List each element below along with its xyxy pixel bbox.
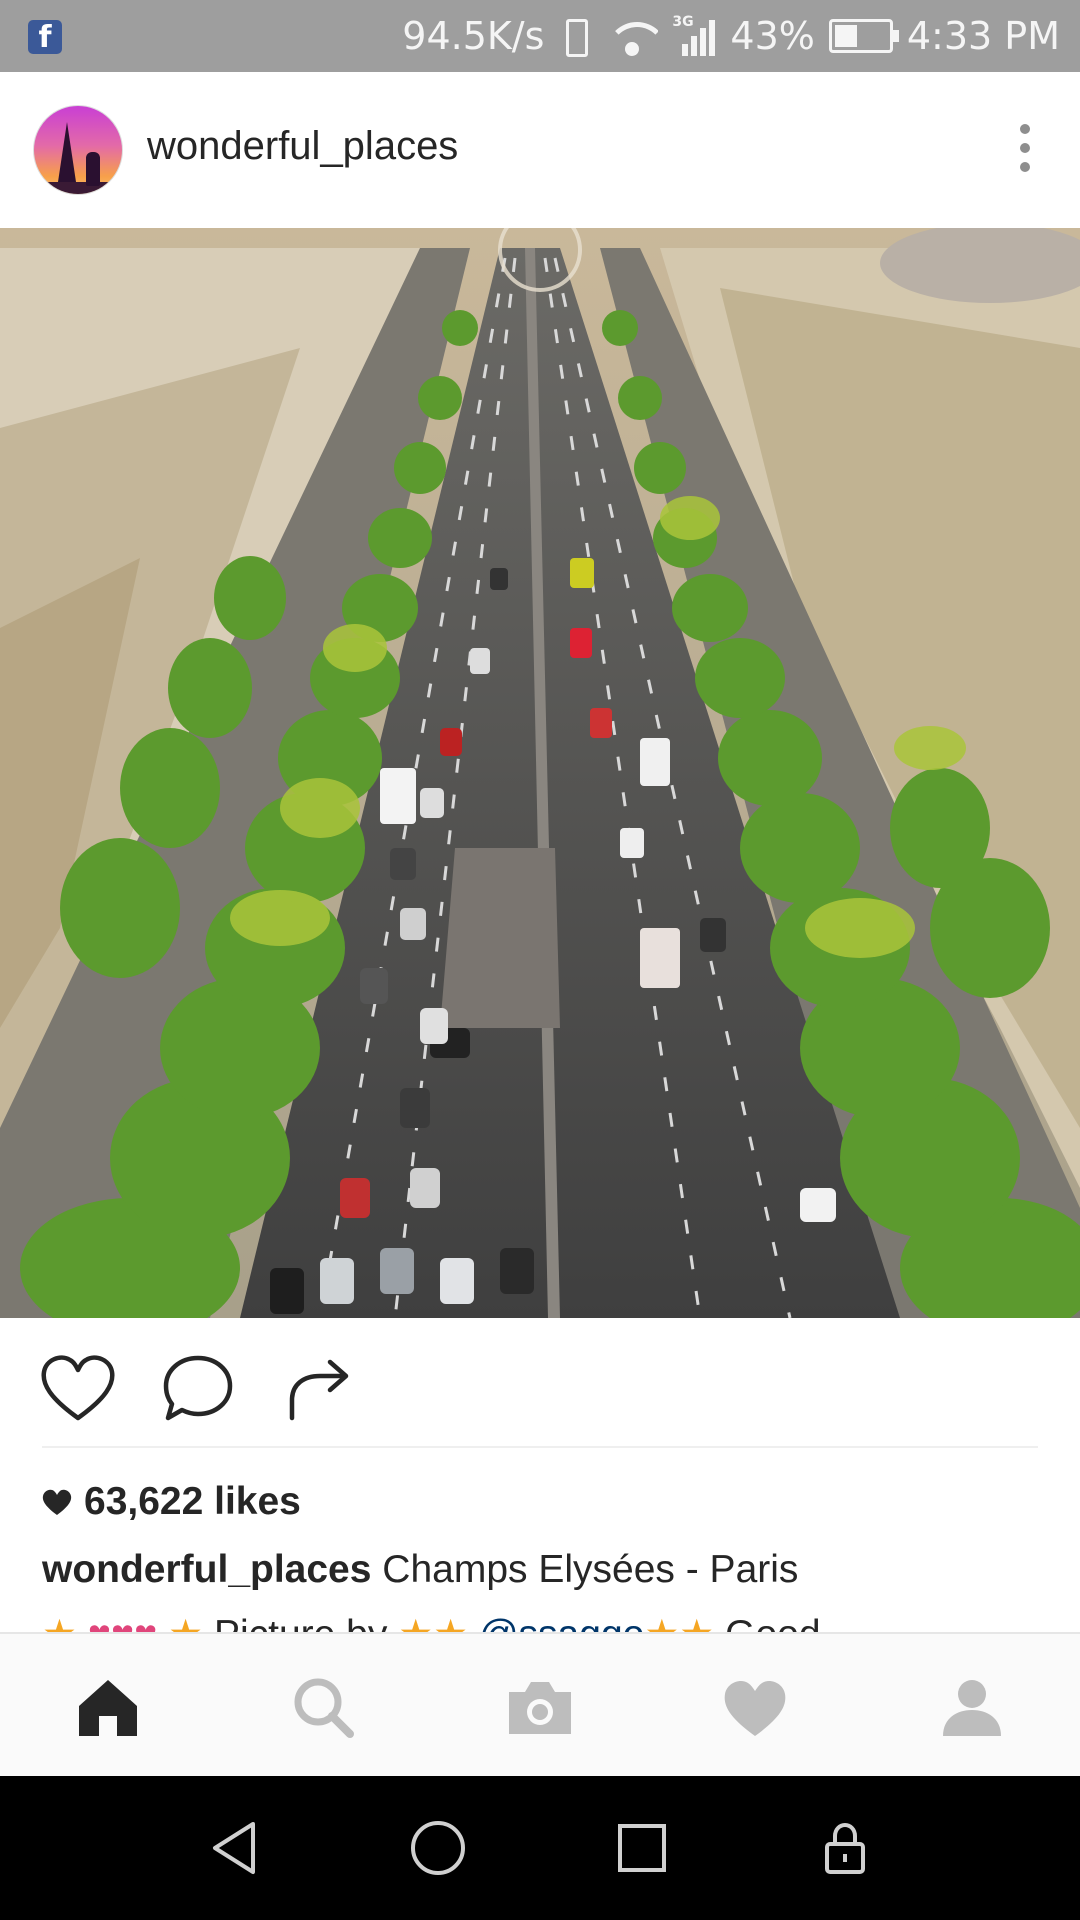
nav-profile[interactable]: [937, 1672, 1007, 1742]
post-actions: [0, 1318, 1080, 1448]
post-image-illustration: [0, 228, 1080, 1318]
lock-icon: [825, 1822, 865, 1874]
caption: wonderful_places Champs Elysées - Paris: [42, 1548, 798, 1592]
android-nav-bar: [0, 1776, 1080, 1920]
likes-count[interactable]: 63,622 likes: [42, 1480, 301, 1524]
signal-icon: 3G: [672, 14, 716, 56]
share-button[interactable]: [280, 1348, 360, 1428]
post-username[interactable]: wonderful_places: [147, 124, 458, 169]
profile-icon: [943, 1680, 1001, 1736]
back-triangle-icon: [213, 1822, 255, 1874]
network-speed: 94.5K/s: [402, 14, 545, 58]
wifi-icon: [606, 16, 659, 56]
caption-username[interactable]: wonderful_places: [42, 1548, 371, 1591]
star-emoji-icon: ★: [42, 1613, 77, 1632]
star-emoji-icon: ★★: [398, 1613, 468, 1632]
nav-home-button[interactable]: [408, 1818, 468, 1878]
caption-trailing: Good: [725, 1613, 820, 1632]
status-bar-right: 94.5K/s 3G 43% 4:33 PM: [402, 0, 1060, 72]
nav-recents-button[interactable]: [612, 1818, 672, 1878]
share-icon: [289, 1359, 349, 1421]
nav-activity[interactable]: [720, 1672, 790, 1742]
avatar[interactable]: [33, 105, 123, 195]
heart-filled-icon: [42, 1489, 72, 1515]
caption-text: Champs Elysées - Paris: [382, 1548, 799, 1591]
clock: 4:33 PM: [906, 14, 1060, 58]
search-icon: [294, 1678, 354, 1738]
post-header: wonderful_places: [0, 72, 1080, 228]
nav-search[interactable]: [288, 1672, 358, 1742]
facebook-notification-icon: f: [28, 20, 62, 55]
caption-picture-by: Picture by: [214, 1613, 387, 1632]
eiffel-tower-icon: [58, 122, 76, 182]
caption-mention[interactable]: @ssaggo: [479, 1613, 644, 1632]
more-options-icon[interactable]: [1020, 124, 1032, 174]
caption-line-2: ★ ♥♥♥ ★ Picture by ★★ @ssaggo★★ Good: [42, 1612, 821, 1632]
vibrate-icon: [558, 17, 592, 57]
nav-camera[interactable]: [505, 1672, 575, 1742]
post-image[interactable]: [0, 228, 1080, 1318]
comment-button[interactable]: [158, 1348, 238, 1428]
network-type: 3G: [672, 14, 694, 30]
likes-text: 63,622 likes: [84, 1480, 301, 1523]
camera-icon: [509, 1682, 571, 1734]
star-emoji-icon: ★: [168, 1613, 203, 1632]
heart-icon: [41, 1355, 115, 1421]
comment-icon: [163, 1355, 233, 1421]
divider: [42, 1446, 1038, 1448]
battery-icon: [828, 19, 899, 53]
bottom-nav: [0, 1632, 1080, 1776]
nav-home[interactable]: [73, 1672, 143, 1742]
status-bar: f 94.5K/s 3G 43% 4:33 PM: [0, 0, 1080, 72]
like-button[interactable]: [38, 1348, 118, 1428]
nav-lock-button[interactable]: [815, 1818, 875, 1878]
nav-back-button[interactable]: [205, 1818, 265, 1878]
heart-emoji-icon: ♥♥♥: [88, 1613, 157, 1632]
battery-percent: 43%: [730, 14, 815, 58]
heart-icon: [724, 1681, 786, 1736]
star-emoji-icon: ★★: [644, 1613, 714, 1632]
home-icon: [79, 1680, 137, 1736]
recents-square-icon: [618, 1824, 666, 1872]
home-circle-icon: [411, 1821, 465, 1875]
